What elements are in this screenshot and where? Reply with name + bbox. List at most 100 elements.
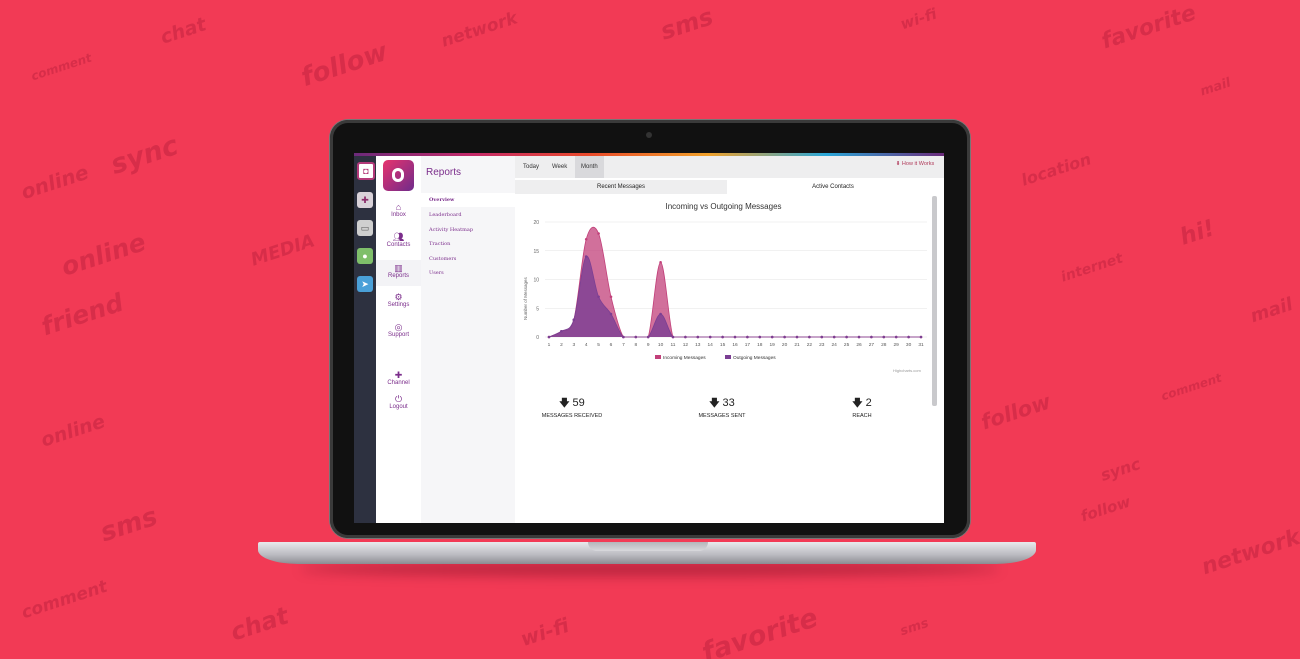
outgoing-series-point — [684, 335, 687, 339]
slack-icon[interactable]: ✚ — [357, 192, 373, 208]
outgoing-series-point — [882, 335, 886, 339]
submenu-item-leaderboard[interactable]: Leaderboard — [421, 208, 515, 222]
outgoing-series-point — [622, 335, 625, 339]
outgoing-series-point — [597, 295, 600, 299]
y-tick-label: 20 — [533, 220, 539, 226]
stat-label: MESSAGES SENT — [698, 413, 746, 419]
outgoing-series-point — [572, 318, 576, 322]
outgoing-series-point — [919, 335, 923, 339]
nav-item-support[interactable]: ◎ Support — [376, 322, 421, 344]
x-tick-label: 5 — [597, 342, 600, 348]
background-word: hi! — [1176, 215, 1218, 251]
scrollbar[interactable] — [932, 196, 937, 406]
nav-item-contacts[interactable]: 👥︎ Contacts — [376, 232, 421, 254]
submenu-item-traction[interactable]: Traction — [421, 237, 515, 251]
tab-week[interactable]: Week — [546, 156, 573, 178]
background-word: sync — [1098, 454, 1143, 485]
subtab-recent-messages[interactable]: Recent Messages — [515, 180, 727, 194]
x-tick-label: 23 — [819, 342, 825, 348]
plus-icon: ✚ — [394, 370, 403, 380]
nav-label-support: Support — [387, 332, 409, 338]
download-icon: ⬇ — [895, 161, 901, 167]
stat-label: MESSAGES RECEIVED — [541, 413, 603, 419]
submenu-item-customers[interactable]: Customers — [421, 252, 515, 266]
stat-value: 33 — [722, 397, 735, 409]
x-tick-label: 10 — [658, 342, 664, 348]
x-tick-label: 17 — [745, 342, 751, 348]
x-tick-label: 4 — [585, 342, 588, 348]
background-word: mail — [1198, 75, 1233, 100]
channel-rail: ◘ ✚ ▭ ● ➤ — [354, 156, 376, 523]
y-tick-label: 15 — [533, 249, 539, 255]
x-tick-label: 26 — [856, 342, 862, 348]
app-logo-icon[interactable]: ◘ — [357, 162, 375, 180]
chat-widget-icon[interactable]: ▭ — [357, 220, 373, 236]
x-tick-label: 24 — [832, 342, 838, 348]
background-word: follow — [297, 36, 392, 94]
x-tick-label: 21 — [794, 342, 800, 348]
how-it-works-button[interactable]: ⬇ How it Works — [886, 156, 944, 178]
x-tick-label: 28 — [881, 342, 887, 348]
arrow-down-icon: 🡇︎ — [559, 398, 570, 409]
outgoing-series-point — [832, 335, 836, 339]
outgoing-series-point — [820, 335, 824, 339]
background-word: friend — [37, 287, 127, 342]
tab-month[interactable]: Month — [575, 156, 604, 178]
nav-label-inbox: Inbox — [391, 212, 406, 218]
outgoing-series-point — [560, 329, 563, 333]
background-word: favorite — [1098, 0, 1200, 55]
outgoing-series-point — [746, 335, 749, 339]
nav-item-reports[interactable]: ▥ Reports — [376, 260, 421, 286]
x-tick-label: 29 — [894, 342, 900, 348]
tab-today[interactable]: Today — [517, 156, 545, 178]
outgoing-series-point — [770, 335, 774, 339]
outgoing-series-point — [795, 335, 799, 339]
background-word: comment — [29, 50, 94, 84]
power-icon: ⏻ — [394, 394, 403, 404]
background-word: internet — [1059, 250, 1125, 286]
outgoing-series-point — [708, 335, 712, 339]
inbox-icon: ⌂ — [395, 202, 402, 212]
outgoing-series-point — [721, 335, 724, 339]
y-tick-label: 10 — [533, 278, 539, 284]
telegram-icon[interactable]: ➤ — [357, 276, 373, 292]
background-word: location — [1018, 149, 1094, 190]
background-word: online — [38, 410, 108, 452]
incoming-series-point — [659, 260, 662, 264]
nav-item-channel[interactable]: ✚ Channel — [376, 370, 421, 392]
x-tick-label: 7 — [622, 342, 625, 348]
contacts-icon: 👥︎ — [392, 232, 405, 242]
background-word: follow — [978, 389, 1054, 435]
messages-chart: Number of Messages 051015201 2 3 4 5 6 7 8 9 10 11… — [523, 220, 927, 361]
x-tick-label: 15 — [720, 342, 726, 348]
brand-logo[interactable] — [383, 160, 414, 191]
main-nav: ⌂ Inbox 👥︎ Contacts ▥ Reports ⚙ Settings… — [376, 156, 422, 523]
x-tick-label: 16 — [732, 342, 738, 348]
x-tick-label: 31 — [918, 342, 924, 348]
background-word: MEDIA — [248, 230, 318, 271]
legend-swatch — [655, 355, 661, 359]
support-icon: ◎ — [394, 322, 403, 332]
content-subtabs: Recent Messages Active Contacts — [515, 180, 944, 194]
outgoing-series-point — [659, 312, 662, 316]
x-tick-label: 3 — [572, 342, 575, 348]
x-tick-label: 6 — [610, 342, 613, 348]
submenu-item-activity-heatmap[interactable]: Activity Heatmap — [421, 223, 515, 237]
subtab-active-contacts[interactable]: Active Contacts — [727, 180, 939, 194]
x-tick-label: 12 — [683, 342, 689, 348]
outgoing-series-point — [758, 335, 762, 339]
wechat-icon[interactable]: ● — [357, 248, 373, 264]
x-tick-label: 14 — [708, 342, 714, 348]
nav-item-inbox[interactable]: ⌂ Inbox — [376, 202, 421, 224]
x-tick-label: 13 — [695, 342, 701, 348]
nav-item-settings[interactable]: ⚙ Settings — [376, 292, 421, 314]
background-word: sms — [898, 615, 931, 640]
nav-label-reports: Reports — [387, 273, 409, 279]
y-tick-label: 0 — [536, 335, 539, 341]
submenu-item-overview[interactable]: Overview — [421, 193, 515, 207]
outgoing-series-point — [646, 335, 650, 339]
outgoing-series-point — [696, 335, 700, 339]
submenu-item-users[interactable]: Users — [421, 266, 515, 280]
nav-item-logout[interactable]: ⏻ Logout — [376, 394, 421, 416]
x-tick-label: 11 — [671, 342, 676, 348]
